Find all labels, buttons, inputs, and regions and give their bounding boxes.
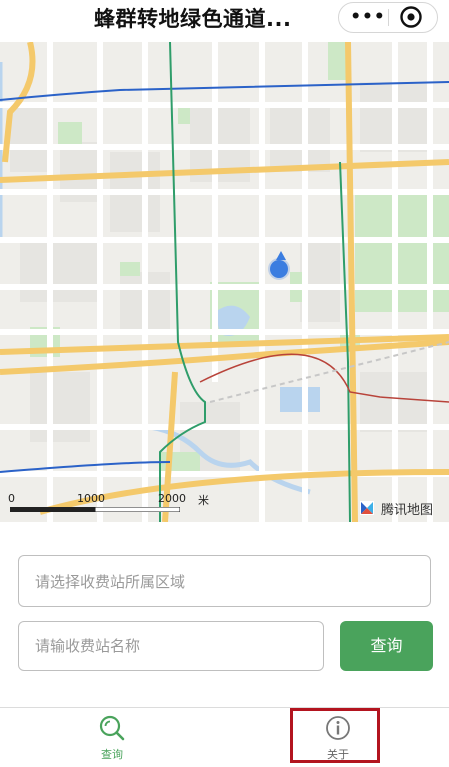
tab-query-label: 查询	[101, 748, 123, 761]
mini-program-capsule: •••	[338, 2, 438, 33]
bottom-tab-bar: 查询 关于	[0, 707, 449, 767]
region-select[interactable]: 请选择收费站所属区域	[18, 555, 431, 607]
map-tiles	[0, 42, 449, 522]
query-button[interactable]: 查询	[340, 621, 433, 671]
map-view[interactable]: 0 1000 2000 米 腾讯地图	[0, 42, 449, 522]
region-select-placeholder: 请选择收费站所属区域	[35, 573, 186, 591]
title-bar: 蜂群转地绿色通道... •••	[0, 0, 449, 42]
station-name-input[interactable]	[18, 621, 324, 671]
scale-unit-label: 米	[198, 494, 209, 507]
capsule-divider	[388, 9, 389, 26]
scale-label-end: 2000	[158, 492, 186, 505]
highlight-annotation	[290, 708, 380, 763]
search-icon	[99, 715, 125, 741]
heading-arrow-icon	[276, 251, 286, 260]
tab-query[interactable]: 查询	[52, 708, 172, 767]
scale-label-mid: 1000	[77, 492, 105, 505]
page-title: 蜂群转地绿色通道...	[94, 7, 292, 31]
current-location-marker	[270, 260, 288, 278]
scale-bar	[10, 507, 180, 512]
map-provider-label: 腾讯地图	[381, 503, 434, 518]
tencent-map-icon	[360, 501, 374, 515]
close-target-icon[interactable]	[399, 5, 423, 29]
more-button[interactable]: •••	[349, 3, 387, 32]
scale-label-zero: 0	[8, 492, 15, 505]
